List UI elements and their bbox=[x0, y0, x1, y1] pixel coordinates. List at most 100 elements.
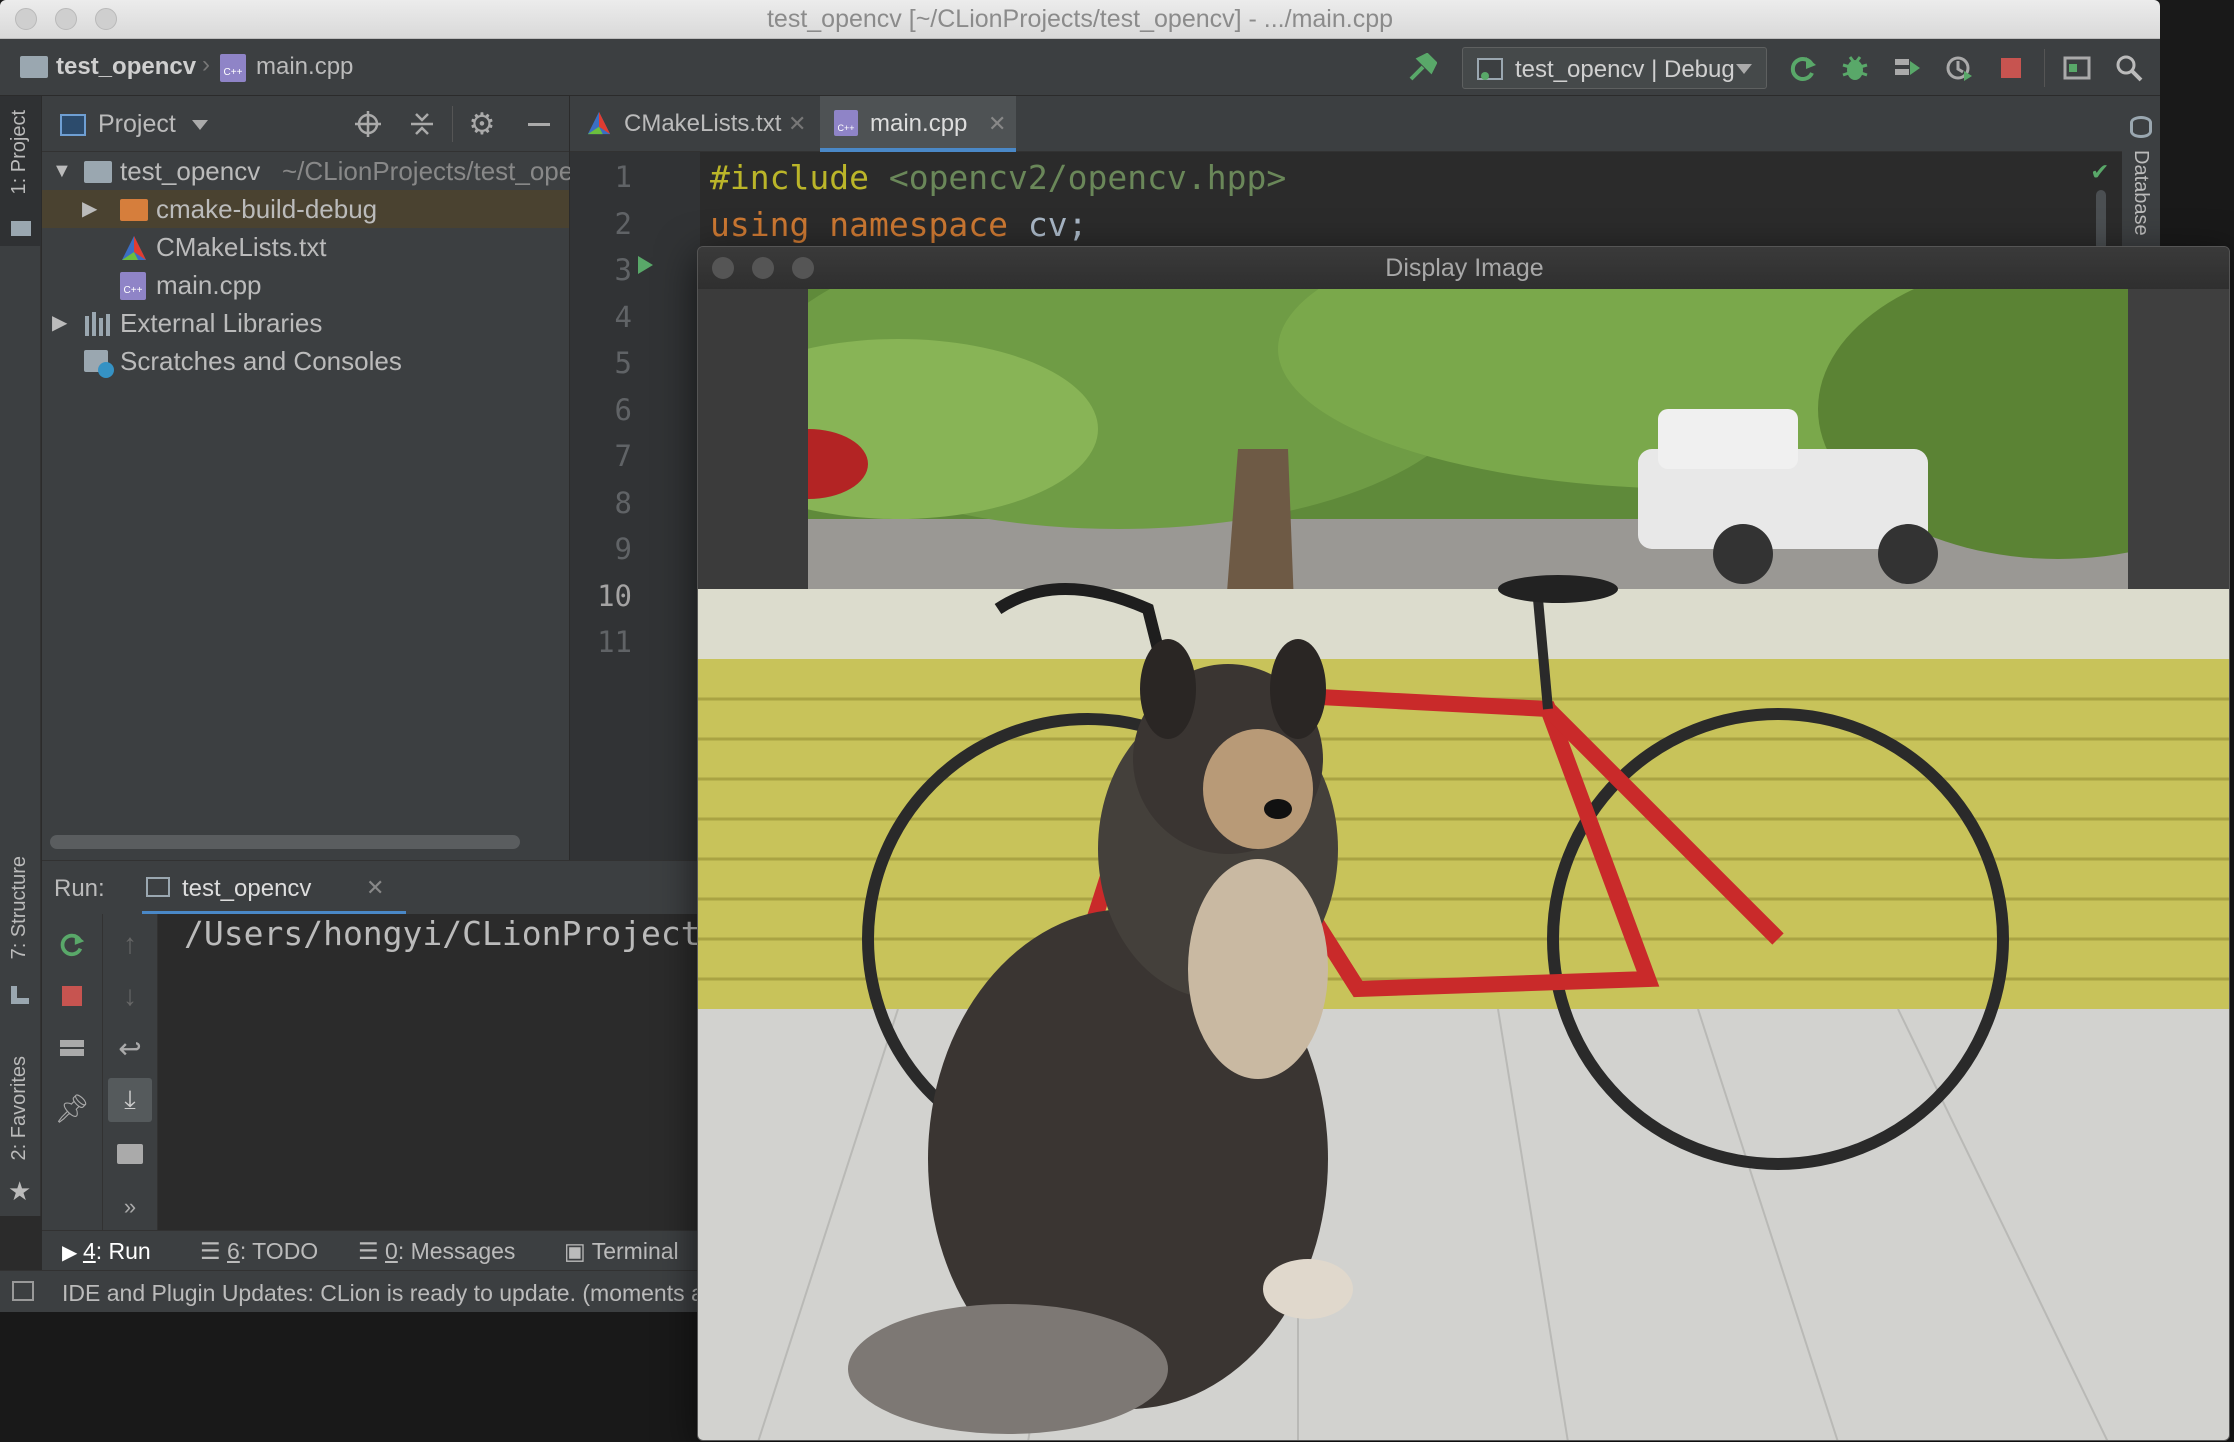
horizontal-scrollbar[interactable] bbox=[50, 835, 520, 849]
run-toolbar: 📌︎ ↑ ↓ ↩ ⤓ » bbox=[42, 914, 158, 1230]
keyword-namespace: namespace bbox=[829, 205, 1009, 244]
tree-item-label: External Libraries bbox=[120, 308, 323, 338]
rerun-icon[interactable] bbox=[54, 926, 90, 962]
tool-tab-messages[interactable]: ☰ 0: Messages bbox=[358, 1231, 515, 1271]
folder-icon bbox=[20, 56, 48, 78]
tab-label: main.cpp bbox=[870, 110, 968, 137]
line-number: 2 bbox=[614, 206, 632, 241]
hide-panel-icon[interactable] bbox=[528, 123, 550, 126]
tool-tab-terminal[interactable]: ▣ Terminal bbox=[564, 1231, 679, 1271]
line-number: 4 bbox=[614, 299, 632, 334]
down-arrow-icon[interactable]: ↓ bbox=[112, 978, 148, 1014]
minimize-window-button[interactable] bbox=[752, 257, 774, 279]
cpp-file-icon: C++ bbox=[120, 272, 146, 300]
libraries-icon bbox=[85, 312, 110, 336]
build-hammer-icon[interactable] bbox=[1405, 51, 1439, 85]
tree-item-test-opencv[interactable]: ▼ test_opencv ~/CLionProjects/test_ope bbox=[42, 152, 573, 190]
close-window-button[interactable] bbox=[712, 257, 734, 279]
cmake-icon bbox=[122, 236, 146, 260]
gear-icon[interactable]: ⚙ bbox=[466, 108, 498, 141]
cmake-app-icon bbox=[146, 877, 170, 897]
project-panel-header: Project ⚙ bbox=[42, 96, 569, 152]
play-icon: ▶ bbox=[62, 1242, 83, 1264]
rerun-icon[interactable] bbox=[1786, 51, 1820, 85]
tree-item-scratches[interactable]: Scratches and Consoles bbox=[42, 342, 569, 380]
zoom-window-button[interactable] bbox=[95, 8, 117, 30]
line-number: 7 bbox=[614, 439, 632, 473]
tool-tab-project[interactable]: 1: Project bbox=[0, 96, 41, 246]
navigation-bar: test_opencv › C++ main.cpp test_opencv |… bbox=[0, 39, 2160, 96]
close-tab-icon[interactable]: ✕ bbox=[788, 96, 806, 152]
run-config-dropdown[interactable]: test_opencv | Debug bbox=[1462, 47, 1767, 89]
tool-tab-todo[interactable]: ☰ 6: TODO bbox=[200, 1231, 318, 1271]
toolbar-divider bbox=[2044, 49, 2045, 87]
close-window-button[interactable] bbox=[15, 8, 37, 30]
tree-item-cmakelists[interactable]: CMakeLists.txt bbox=[42, 228, 569, 266]
list-icon: ☰ bbox=[200, 1238, 228, 1264]
restore-layout-icon[interactable] bbox=[54, 1030, 90, 1066]
keyword-using: using bbox=[710, 205, 810, 244]
tab-label: : Messages bbox=[397, 1238, 516, 1264]
pin-icon[interactable]: 📌︎ bbox=[54, 1090, 90, 1126]
soft-wrap-icon[interactable]: ↩ bbox=[112, 1030, 148, 1066]
zoom-window-button[interactable] bbox=[792, 257, 814, 279]
tree-item-label: test_opencv bbox=[120, 156, 261, 186]
breadcrumb-file[interactable]: main.cpp bbox=[256, 53, 353, 81]
tool-tab-favorites[interactable]: 2: Favorites ★ bbox=[0, 1056, 41, 1216]
folder-icon bbox=[11, 221, 31, 236]
run-with-coverage-icon[interactable] bbox=[1890, 51, 1924, 85]
tab-main-cpp[interactable]: C++ main.cpp ✕ bbox=[820, 96, 1016, 152]
messages-icon: ☰ bbox=[358, 1238, 386, 1264]
preprocessor-keyword: #include bbox=[710, 158, 869, 197]
expanded-arrow-icon: ▼ bbox=[52, 160, 72, 182]
line-number: 10 bbox=[597, 578, 632, 613]
line-number: 5 bbox=[614, 346, 632, 380]
tab-mnemonic: 0 bbox=[385, 1238, 398, 1264]
run-config-label: test_opencv | Debug bbox=[1515, 56, 1735, 83]
search-icon[interactable] bbox=[2112, 51, 2146, 85]
display-window-title: Display Image bbox=[1385, 254, 1544, 282]
tool-tab-run[interactable]: ▶ 4: Run bbox=[62, 1231, 151, 1271]
cpp-file-icon: C++ bbox=[220, 54, 246, 82]
minimize-window-button[interactable] bbox=[55, 8, 77, 30]
no-problems-check-icon[interactable]: ✔ bbox=[2092, 156, 2108, 186]
structure-icon bbox=[11, 986, 29, 1004]
tool-tab-structure-label: 7: Structure bbox=[8, 856, 30, 960]
project-view-icon bbox=[60, 114, 86, 136]
print-icon[interactable] bbox=[112, 1136, 148, 1172]
tree-item-main-cpp[interactable]: C++ main.cpp bbox=[42, 266, 569, 304]
editor-gutter: 1 2 3 4 5 6 7 8 9 10 11 bbox=[570, 152, 700, 860]
project-structure-icon[interactable] bbox=[2060, 51, 2094, 85]
vertical-scrollbar[interactable] bbox=[2096, 190, 2106, 250]
up-arrow-icon[interactable]: ↑ bbox=[112, 926, 148, 962]
close-tab-icon[interactable]: ✕ bbox=[366, 875, 384, 901]
tree-item-path: ~/CLionProjects/test_ope bbox=[282, 156, 574, 186]
tool-windows-toggle-icon[interactable] bbox=[12, 1281, 34, 1301]
display-window-title-bar: Display Image bbox=[698, 247, 2229, 289]
close-tab-icon[interactable]: ✕ bbox=[988, 96, 1006, 152]
collapse-all-icon[interactable] bbox=[406, 108, 438, 140]
run-tab[interactable]: test_opencv ✕ bbox=[142, 861, 406, 915]
displayed-photo bbox=[698, 289, 2229, 1440]
scroll-to-end-icon[interactable]: ⤓ bbox=[108, 1078, 152, 1122]
stop-icon[interactable] bbox=[1994, 51, 2028, 85]
breadcrumb-project[interactable]: test_opencv bbox=[56, 53, 196, 81]
chevron-down-icon[interactable] bbox=[192, 120, 208, 130]
locate-icon[interactable] bbox=[352, 108, 384, 140]
stop-icon[interactable] bbox=[54, 978, 90, 1014]
tool-tab-database[interactable]: Database bbox=[2129, 150, 2152, 236]
tab-cmakelists[interactable]: CMakeLists.txt ✕ bbox=[570, 96, 810, 152]
tree-item-external-libraries[interactable]: ▶ External Libraries bbox=[42, 304, 569, 342]
window-title: test_opencv [~/CLionProjects/test_opencv… bbox=[766, 5, 1394, 33]
run-label: Run: bbox=[54, 875, 105, 902]
more-icon[interactable]: » bbox=[112, 1192, 148, 1222]
debug-bug-icon[interactable] bbox=[1838, 51, 1872, 85]
tree-item-cmake-build-debug[interactable]: ▶ cmake-build-debug bbox=[42, 190, 569, 228]
run-gutter-icon[interactable] bbox=[638, 256, 653, 274]
status-message[interactable]: IDE and Plugin Updates: CLion is ready t… bbox=[62, 1280, 737, 1307]
line-number: 9 bbox=[614, 532, 632, 566]
tool-tab-favorites-label: 2: Favorites bbox=[8, 1056, 30, 1161]
profiler-icon[interactable] bbox=[1942, 51, 1976, 85]
collapsed-arrow-icon: ▶ bbox=[82, 198, 98, 220]
project-view-dropdown[interactable]: Project bbox=[98, 110, 176, 139]
